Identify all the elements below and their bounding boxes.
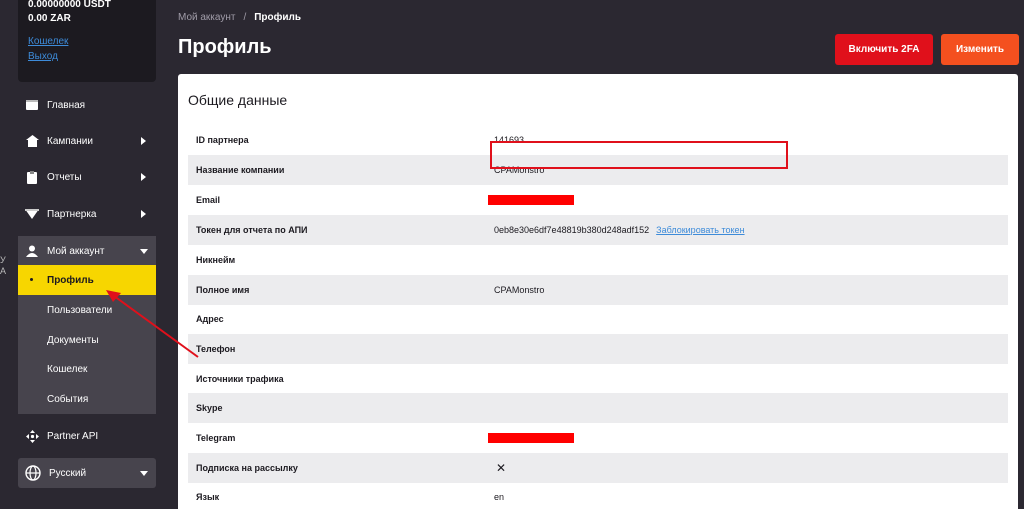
globe-icon (25, 465, 41, 481)
profile-row-email: Email (188, 185, 1008, 215)
submenu-item-label: Документы (47, 334, 99, 346)
balance-card: 0.00000000 USDT 0.00 ZAR Кошелек Выход (18, 0, 156, 82)
reports-icon (24, 169, 40, 185)
row-value (488, 433, 574, 443)
section-title: Общие данные (188, 92, 288, 108)
breadcrumb-separator: / (243, 12, 247, 23)
chevron-right-icon (141, 210, 146, 218)
chevron-right-icon (141, 173, 146, 181)
edge-marks: У А (0, 255, 6, 277)
sidebar-item-partner-api[interactable]: Partner API (18, 421, 156, 451)
submenu-item-users[interactable]: Пользователи (18, 295, 156, 325)
profile-row-api-token: Токен для отчета по АПИ 0eb8e30e6df7e488… (188, 215, 1008, 245)
logout-link[interactable]: Выход (28, 49, 146, 64)
row-label: Токен для отчета по АПИ (196, 225, 308, 235)
row-value (488, 195, 574, 205)
sidebar-item-label: Partner API (47, 430, 99, 442)
profile-row-language: Язык en (188, 482, 1008, 509)
submenu-item-documents[interactable]: Документы (18, 325, 156, 355)
redaction-bar (488, 195, 574, 205)
sidebar-item-label: Главная (47, 99, 86, 111)
campaign-icon (24, 133, 40, 149)
row-label: Язык (196, 492, 220, 502)
row-label: ID партнера (196, 135, 249, 145)
sidebar-item-home[interactable]: Главная (18, 90, 156, 120)
sidebar-item-partner[interactable]: Партнерка (18, 199, 156, 229)
token-highlight-box (490, 141, 788, 169)
page-title: Профиль (178, 36, 272, 58)
active-bullet-icon (30, 278, 33, 281)
breadcrumb-current: Профиль (254, 12, 302, 23)
row-label: Полное имя (196, 285, 250, 295)
sidebar-item-my-account[interactable]: Мой аккаунт (18, 236, 156, 266)
language-select[interactable]: Русский (18, 458, 156, 488)
profile-row-traffic-sources: Источники трафика (188, 364, 1008, 394)
row-value: CPAMonstro (494, 285, 545, 295)
breadcrumb: Мой аккаунт / Профиль (178, 12, 301, 23)
profile-row-nickname: Никнейм (188, 245, 1008, 275)
chevron-down-icon (140, 471, 148, 476)
edge-mark: У (0, 255, 6, 265)
submenu-item-profile[interactable]: Профиль (18, 265, 156, 295)
row-label: Телефон (196, 344, 236, 354)
submenu-item-label: События (47, 393, 89, 405)
chevron-right-icon (141, 137, 146, 145)
balance-zar: 0.00 ZAR (28, 13, 71, 24)
account-submenu: Мой аккаунт Профиль Пользователи Докумен… (18, 236, 156, 414)
row-value: en (494, 492, 505, 502)
profile-row-address: Адрес (188, 304, 1008, 334)
submenu-item-label: Профиль (47, 274, 94, 286)
submenu-item-wallet[interactable]: Кошелек (18, 354, 156, 384)
redaction-bar (488, 433, 574, 443)
home-icon (24, 97, 40, 113)
row-label: Название компании (196, 165, 285, 175)
sidebar-item-label: Кампании (47, 135, 93, 147)
block-token-link[interactable]: Заблокировать токен (656, 225, 744, 235)
sidebar-item-label: Партнерка (47, 208, 97, 220)
api-icon (24, 428, 40, 444)
row-label: Подписка на рассылку (196, 463, 298, 473)
user-icon (24, 243, 40, 259)
sidebar-item-label: Мой аккаунт (47, 245, 105, 257)
enable-2fa-button[interactable]: Включить 2FA (835, 34, 933, 65)
row-label: Никнейм (196, 255, 236, 265)
row-label: Адрес (196, 314, 224, 324)
row-value: 0eb8e30e6df7e48819b380d248adf152 Заблоки… (494, 225, 745, 235)
breadcrumb-parent[interactable]: Мой аккаунт (178, 12, 235, 23)
edge-mark: А (0, 266, 7, 276)
row-label: Telegram (196, 433, 236, 443)
edit-button[interactable]: Изменить (941, 34, 1019, 65)
profile-row-phone: Телефон (188, 334, 1008, 364)
cross-icon: ✕ (496, 461, 507, 475)
sidebar-item-label: Отчеты (47, 171, 82, 183)
chevron-down-icon (140, 249, 148, 254)
row-label: Skype (196, 403, 223, 413)
profile-card: Общие данные ID партнера 141693 Название… (178, 74, 1018, 509)
profile-row-full-name: Полное имя CPAMonstro (188, 275, 1008, 305)
profile-row-telegram: Telegram (188, 423, 1008, 453)
profile-row-newsletter: Подписка на рассылку ✕ (188, 453, 1008, 483)
partner-icon (24, 206, 40, 222)
row-value: ✕ (494, 461, 506, 475)
submenu-item-label: Пользователи (47, 304, 113, 316)
wallet-link[interactable]: Кошелек (28, 34, 146, 49)
profile-row-skype: Skype (188, 393, 1008, 423)
api-token-value: 0eb8e30e6df7e48819b380d248adf152 (494, 225, 650, 235)
sidebar-item-reports[interactable]: Отчеты (18, 162, 156, 192)
sidebar: 0.00000000 USDT 0.00 ZAR Кошелек Выход Г… (0, 0, 170, 509)
sidebar-item-campaigns[interactable]: Кампании (18, 126, 156, 156)
balance-usdt: 0.00000000 USDT (28, 0, 111, 10)
language-label: Русский (49, 467, 87, 479)
row-label: Источники трафика (196, 374, 284, 384)
submenu-item-events[interactable]: События (18, 384, 156, 414)
row-label: Email (196, 195, 221, 205)
submenu-item-label: Кошелек (47, 363, 88, 375)
